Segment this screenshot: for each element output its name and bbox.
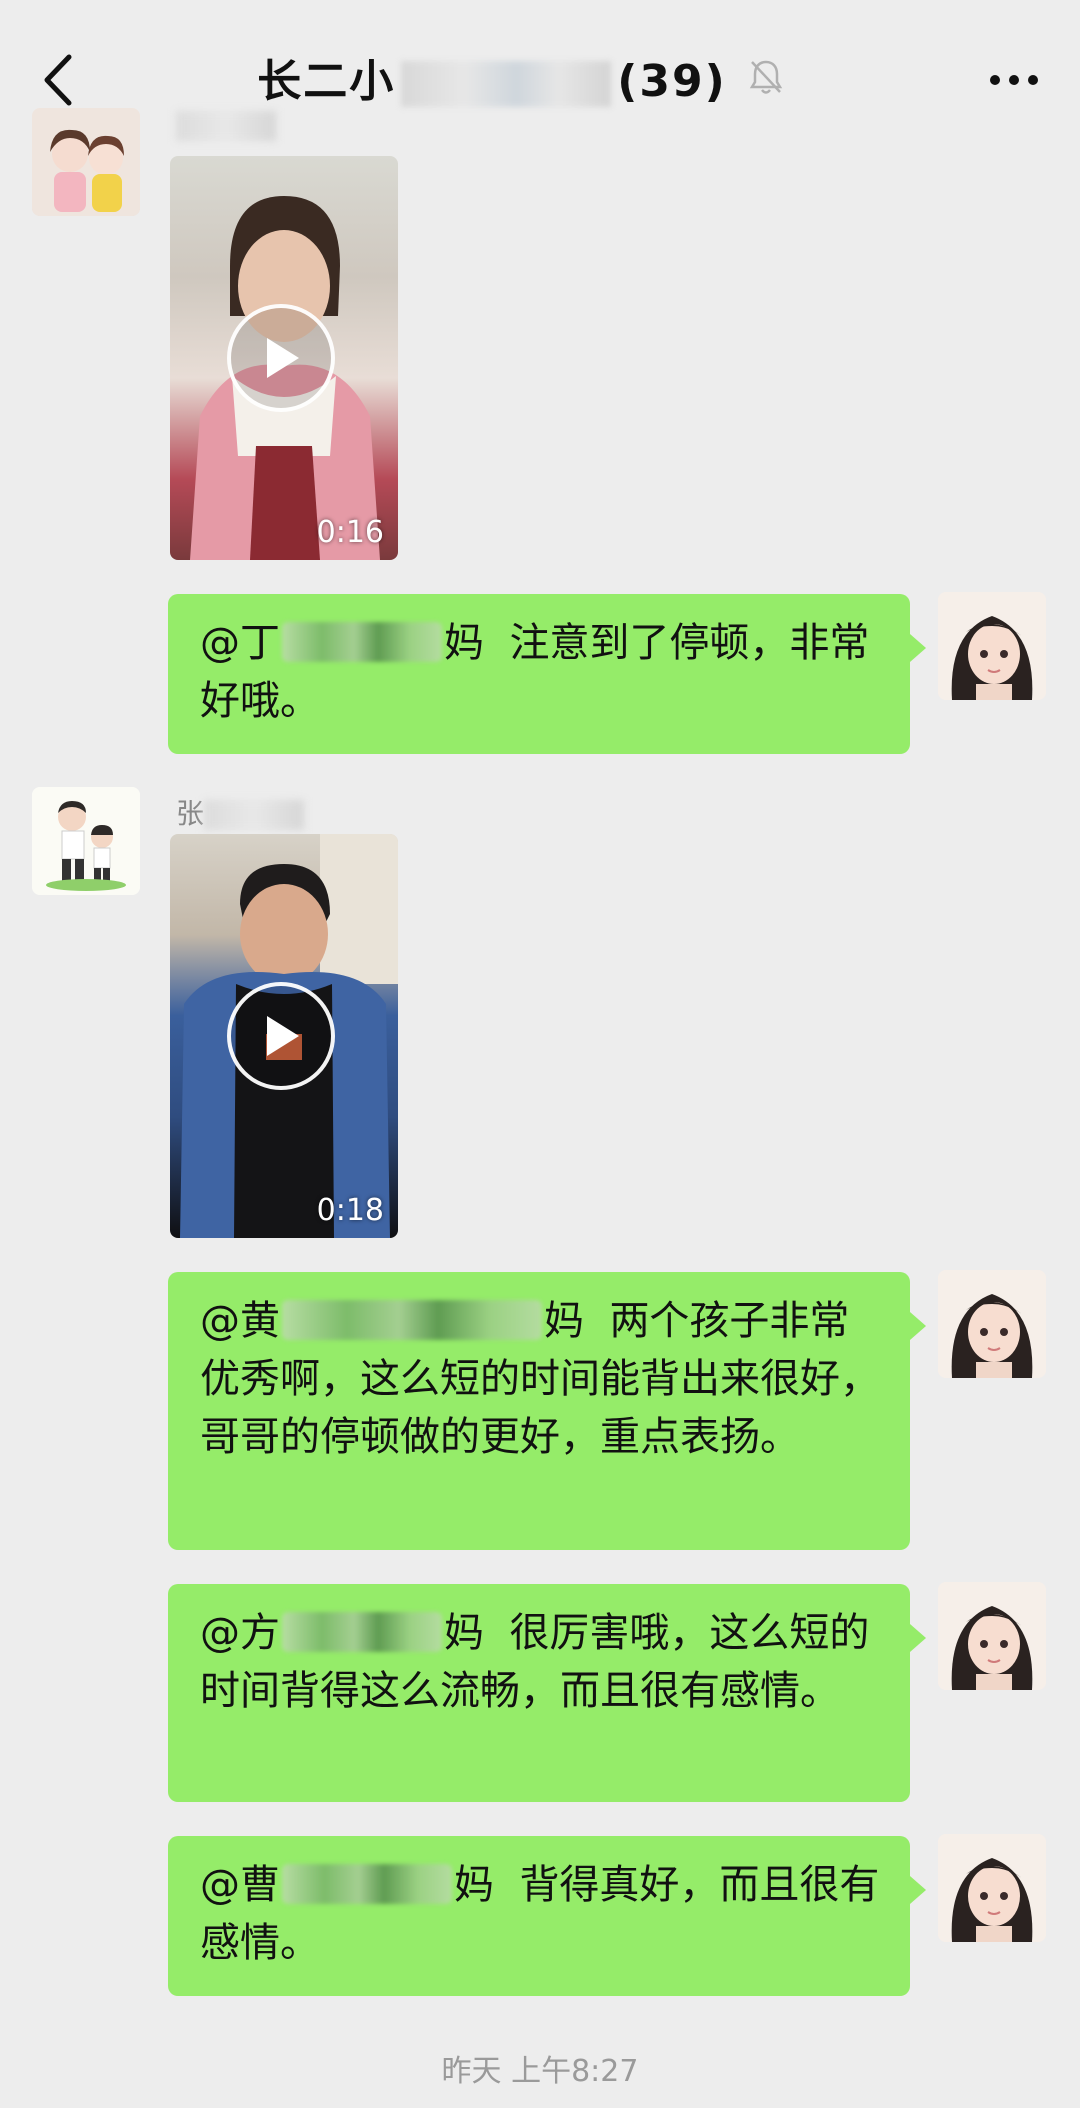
sender-name-visible: 张 <box>176 797 205 830</box>
message-timestamp: 昨天 上午8:27 <box>441 2054 639 2089</box>
my-avatar[interactable] <box>938 1834 1046 1942</box>
my-avatar[interactable] <box>938 592 1046 700</box>
message-bubble[interactable]: @方妈 很厉害哦，这么短的时间背得这么流畅，而且很有感情。 <box>168 1584 926 1802</box>
my-avatar[interactable] <box>938 1582 1046 1690</box>
bell-off-icon <box>749 58 783 96</box>
title-end: (39) <box>617 56 727 107</box>
mention-end: 妈 <box>444 620 484 666</box>
message-bubble[interactable]: @黄妈 两个孩子非常优秀啊，这么短的时间能背出来很好，哥哥的停顿做的更好，重点表… <box>168 1272 926 1550</box>
title-start: 长二小 <box>257 56 396 107</box>
mention-redaction <box>282 1864 452 1904</box>
mention-start: @方 <box>200 1610 280 1656</box>
sender-name-redaction <box>204 800 305 830</box>
sender-name: 张 <box>176 792 305 832</box>
play-icon <box>267 338 299 378</box>
video-duration: 0:16 <box>316 515 384 550</box>
mention-end: 妈 <box>444 1610 484 1656</box>
back-button[interactable] <box>28 45 88 115</box>
play-button[interactable] <box>227 982 335 1090</box>
play-icon <box>267 1016 299 1056</box>
mention-start: @黄 <box>200 1298 280 1344</box>
mention-start: @曹 <box>200 1862 280 1908</box>
my-avatar[interactable] <box>938 1270 1046 1378</box>
message-bubble[interactable]: @曹妈 背得真好，而且很有感情。 <box>168 1836 926 1996</box>
mention-start: @丁 <box>200 620 280 666</box>
chat-title[interactable]: 长二小 (39) <box>200 42 840 112</box>
mention-redaction <box>282 622 442 662</box>
chat-header: 长二小 (39) <box>0 0 1080 150</box>
mention-end: 妈 <box>454 1862 494 1908</box>
sender-avatar[interactable] <box>32 108 140 216</box>
play-button[interactable] <box>227 304 335 412</box>
video-duration: 0:18 <box>316 1193 384 1228</box>
title-redaction <box>401 61 612 107</box>
mention-redaction <box>282 1300 542 1340</box>
video-message[interactable]: 0:16 <box>170 156 398 560</box>
mention-redaction <box>282 1612 442 1652</box>
sender-avatar[interactable] <box>32 787 140 895</box>
sender-name-redaction <box>176 111 276 141</box>
message-bubble[interactable]: @丁妈 注意到了停顿，非常好哦。 <box>168 594 926 754</box>
mention-end: 妈 <box>544 1298 584 1344</box>
video-message[interactable]: 0:18 <box>170 834 398 1238</box>
ellipsis-icon <box>990 75 1038 85</box>
chevron-left-icon <box>44 54 72 106</box>
sender-name <box>176 108 276 141</box>
more-button[interactable] <box>974 50 1054 110</box>
chat-title-text: 长二小 (39) <box>257 45 726 109</box>
